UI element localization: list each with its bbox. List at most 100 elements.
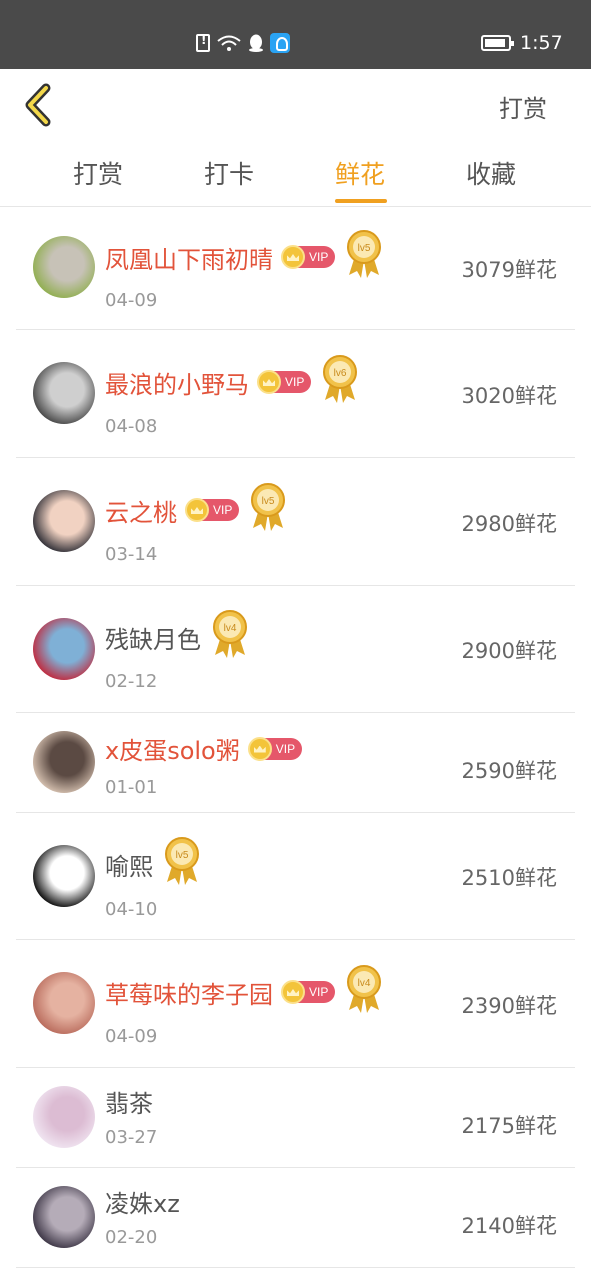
flower-amount: 2390鲜花	[461, 994, 557, 1018]
vip-badge: VIP	[281, 980, 336, 1004]
ranking-row[interactable]: x皮蛋solo粥 VIP 01-01 2590鲜花	[0, 713, 591, 813]
user-name[interactable]: 云之桃	[105, 493, 177, 528]
avatar[interactable]	[33, 618, 95, 680]
vip-label: VIP	[309, 250, 329, 264]
back-button[interactable]	[20, 83, 60, 127]
vip-badge: VIP	[257, 370, 312, 394]
name-line: 草莓味的李子园 VIP lv4	[105, 965, 383, 1013]
avatar[interactable]	[33, 362, 95, 424]
name-line: 云之桃 VIP lv5	[105, 483, 287, 531]
level-medal-icon: lv5	[345, 228, 383, 278]
sim-alert-icon	[196, 33, 210, 52]
status-icons	[196, 33, 290, 53]
vip-label: VIP	[213, 503, 233, 517]
svg-text:lv4: lv4	[224, 623, 237, 634]
flower-amount: 2900鲜花	[461, 639, 557, 663]
flower-amount: 2590鲜花	[461, 759, 557, 783]
vip-label: VIP	[285, 375, 305, 389]
crown-icon	[281, 245, 305, 269]
wifi-icon	[216, 34, 242, 52]
user-name[interactable]: 草莓味的李子园	[105, 975, 273, 1010]
ranking-row[interactable]: 翡茶 03-27 2175鲜花	[0, 1068, 591, 1168]
svg-text:lv6: lv6	[334, 368, 347, 379]
flower-amount: 2140鲜花	[461, 1214, 557, 1238]
vip-badge: VIP	[247, 736, 303, 761]
ranking-row[interactable]: 喻熙 lv5 04-10 2510鲜花	[0, 813, 591, 940]
gift-date: 01-01	[105, 777, 158, 798]
name-line: 最浪的小野马 VIP lv6	[105, 355, 359, 403]
gift-date: 04-09	[105, 1026, 158, 1047]
gift-date: 02-12	[105, 671, 158, 692]
svg-text:lv5: lv5	[358, 243, 371, 254]
ranking-row[interactable]: 最浪的小野马 VIP lv6 04-08 3020鲜花	[0, 330, 591, 458]
status-time: 1:57	[520, 32, 563, 54]
row-divider	[16, 1267, 575, 1268]
ranking-row[interactable]: 草莓味的李子园 VIP lv4 04-09 2390鲜花	[0, 940, 591, 1068]
chevron-left-icon	[25, 83, 51, 127]
gift-date: 04-08	[105, 416, 158, 437]
ranking-row[interactable]: 凌姝xz 02-20 2140鲜花	[0, 1168, 591, 1268]
user-name[interactable]: 残缺月色	[105, 620, 201, 655]
tab-checkin[interactable]: 打卡	[204, 155, 254, 191]
ranking-row[interactable]: 云之桃 VIP lv5 03-14 2980鲜花	[0, 458, 591, 586]
tab-flowers[interactable]: 鲜花	[335, 155, 385, 191]
flower-amount: 2175鲜花	[461, 1114, 557, 1138]
user-name[interactable]: x皮蛋solo粥	[105, 731, 240, 766]
qq-icon	[248, 34, 264, 52]
ranking-row[interactable]: 凤凰山下雨初晴 VIP lv5 04-09 3079鲜花	[0, 208, 591, 330]
gift-date: 04-10	[105, 899, 158, 920]
level-medal-icon: lv4	[345, 963, 383, 1013]
svg-text:lv5: lv5	[176, 850, 189, 861]
svg-text:lv5: lv5	[262, 496, 275, 507]
vip-label: VIP	[275, 741, 296, 756]
flower-amount: 3079鲜花	[461, 258, 557, 282]
avatar[interactable]	[33, 1186, 95, 1248]
user-name[interactable]: 凤凰山下雨初晴	[105, 240, 273, 275]
flower-amount: 2980鲜花	[461, 512, 557, 536]
gift-date: 02-20	[105, 1227, 158, 1248]
tab-favorites[interactable]: 收藏	[466, 155, 516, 191]
name-line: 凌姝xz	[105, 1184, 180, 1219]
level-medal-icon: lv5	[163, 835, 201, 885]
user-name[interactable]: 凌姝xz	[105, 1184, 180, 1219]
user-name[interactable]: 最浪的小野马	[105, 365, 249, 400]
name-line: 残缺月色 lv4	[105, 610, 249, 658]
user-name[interactable]: 翡茶	[105, 1084, 153, 1119]
name-line: 凤凰山下雨初晴 VIP lv5	[105, 230, 383, 278]
crown-icon	[247, 736, 272, 761]
crown-icon	[257, 370, 281, 394]
status-bar: 1:57	[0, 0, 591, 69]
level-medal-icon: lv4	[211, 608, 249, 658]
vip-badge: VIP	[185, 498, 240, 522]
name-line: 喻熙 lv5	[105, 837, 201, 885]
ranking-tabs: 打赏 打卡 鲜花 收藏	[0, 141, 591, 207]
app-notification-icon	[270, 33, 290, 53]
avatar[interactable]	[33, 1086, 95, 1148]
name-line: x皮蛋solo粥 VIP	[105, 731, 303, 766]
tab-reward[interactable]: 打赏	[73, 155, 123, 191]
flower-amount: 3020鲜花	[461, 384, 557, 408]
gift-date: 03-14	[105, 544, 158, 565]
active-tab-indicator	[335, 199, 387, 203]
crown-icon	[185, 498, 209, 522]
gift-date: 03-27	[105, 1127, 158, 1148]
battery-icon	[481, 35, 514, 51]
svg-text:lv4: lv4	[358, 978, 371, 989]
avatar[interactable]	[33, 236, 95, 298]
avatar[interactable]	[33, 731, 95, 793]
avatar[interactable]	[33, 490, 95, 552]
avatar[interactable]	[33, 972, 95, 1034]
gift-date: 04-09	[105, 290, 158, 311]
name-line: 翡茶	[105, 1084, 153, 1119]
vip-label: VIP	[309, 985, 329, 999]
level-medal-icon: lv6	[321, 353, 359, 403]
crown-icon	[281, 980, 305, 1004]
reward-button[interactable]: 打赏	[499, 89, 547, 124]
level-medal-icon: lv5	[249, 481, 287, 531]
ranking-row[interactable]: 残缺月色 lv4 02-12 2900鲜花	[0, 586, 591, 713]
vip-badge: VIP	[281, 245, 336, 269]
user-name[interactable]: 喻熙	[105, 847, 153, 882]
top-bar: 打赏	[0, 69, 591, 141]
avatar[interactable]	[33, 845, 95, 907]
flower-amount: 2510鲜花	[461, 866, 557, 890]
